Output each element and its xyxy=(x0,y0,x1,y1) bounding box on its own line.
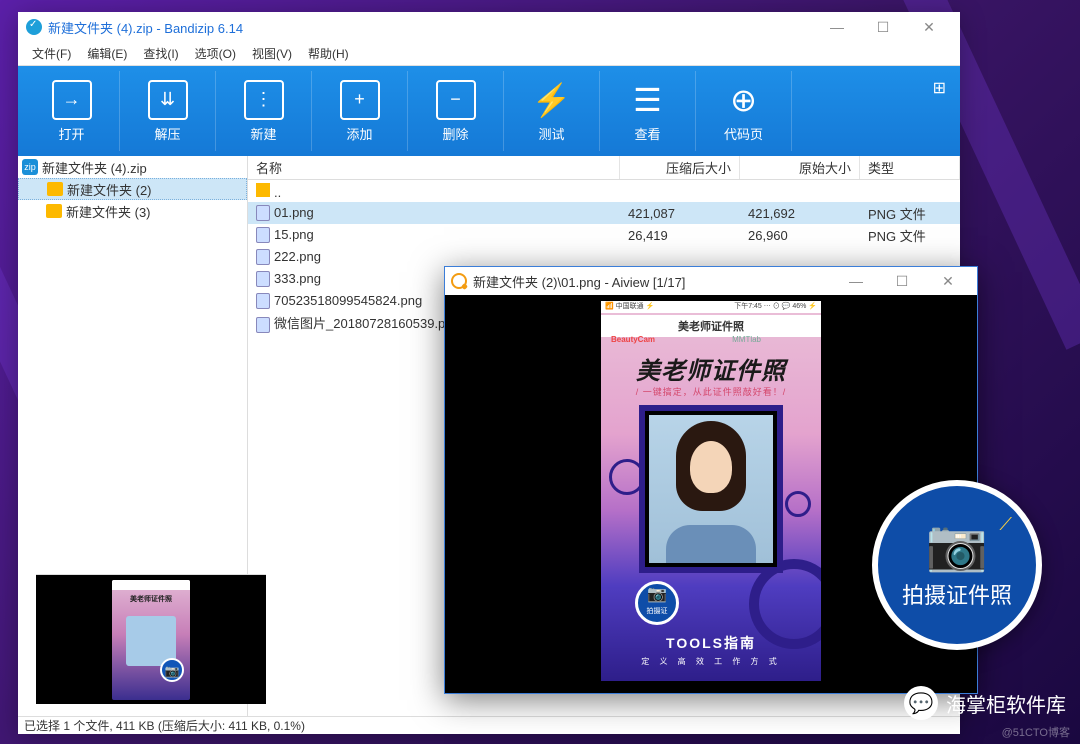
menu-item[interactable]: 视图(V) xyxy=(246,43,298,64)
menu-item[interactable]: 编辑(E) xyxy=(81,43,133,64)
add-icon: + xyxy=(340,80,380,120)
col-osize[interactable]: 原始大小 xyxy=(740,156,860,179)
file-icon xyxy=(256,205,270,221)
statusbar: 已选择 1 个文件, 411 KB (压缩后大小: 411 KB, 0.1%) xyxy=(18,716,960,734)
extract-icon: ⇊ xyxy=(148,80,188,120)
app-icon xyxy=(26,19,42,35)
col-type[interactable]: 类型 xyxy=(860,156,960,179)
zip-icon: zip xyxy=(22,159,38,175)
poster-header: 美老师证件照 xyxy=(601,315,821,337)
menu-item[interactable]: 查找(I) xyxy=(137,43,184,64)
list-header: 名称 压缩后大小 原始大小 类型 xyxy=(248,156,960,180)
up-icon xyxy=(256,183,270,197)
camera-icon: 📷拍摄证 xyxy=(635,581,679,625)
maximize-button[interactable]: ☐ xyxy=(879,266,925,296)
poster-image: 📶 中国联通 ⚡下午7:45 ⋯ ⊙ 💬 46% ⚡ 美老师证件照 Beauty… xyxy=(601,301,821,681)
list-row[interactable]: 222.png xyxy=(248,246,960,268)
file-icon xyxy=(256,227,270,243)
folder-icon xyxy=(46,204,62,218)
toolbar: →打开 ⇊解压 ⋮新建 +添加 −删除 ⚡测试 ☰查看 ⊕代码页 ⊞ xyxy=(18,66,960,156)
new-button[interactable]: ⋮新建 xyxy=(216,71,312,151)
file-icon xyxy=(256,293,270,309)
globe-icon: ⊕ xyxy=(724,80,764,120)
sparkle-icon: ⟋ xyxy=(999,514,1012,535)
file-icon xyxy=(256,249,270,265)
wechat-icon: 💬 xyxy=(904,686,938,720)
window-title: 新建文件夹 (4).zip - Bandizip 6.14 xyxy=(48,18,243,37)
poster-title: 美老师证件照 xyxy=(613,351,809,386)
viewer-title: 新建文件夹 (2)\01.png - Aiview [1/17] xyxy=(473,272,685,291)
preview-thumbnail: 美老师证件照📷 xyxy=(112,580,190,700)
minimize-button[interactable]: — xyxy=(833,266,879,296)
test-button[interactable]: ⚡测试 xyxy=(504,71,600,151)
preview-panel: 美老师证件照📷 xyxy=(36,574,266,704)
list-row[interactable]: 15.png26,41926,960PNG 文件 xyxy=(248,224,960,246)
extract-button[interactable]: ⇊解压 xyxy=(120,71,216,151)
camera-icon: 📷 xyxy=(926,520,988,570)
open-button[interactable]: →打开 xyxy=(24,71,120,151)
menu-item[interactable]: 选项(O) xyxy=(189,43,242,64)
menubar: 文件(F) 编辑(E) 查找(I) 选项(O) 视图(V) 帮助(H) xyxy=(18,42,960,66)
delete-icon: − xyxy=(436,80,476,120)
list-row[interactable]: 01.png421,087421,692PNG 文件 xyxy=(248,202,960,224)
file-icon xyxy=(256,271,270,287)
poster-subtitle: / 一键搞定，从此证件照敲好看！/ xyxy=(601,385,821,398)
minimize-button[interactable]: — xyxy=(814,12,860,42)
aiview-window: 新建文件夹 (2)\01.png - Aiview [1/17] — ☐ ✕ 📶… xyxy=(444,266,978,694)
open-icon: → xyxy=(52,80,92,120)
titlebar[interactable]: 新建文件夹 (4).zip - Bandizip 6.14 — ☐ ✕ xyxy=(18,12,960,42)
viewer-content[interactable]: 📶 中国联通 ⚡下午7:45 ⋯ ⊙ 💬 46% ⚡ 美老师证件照 Beauty… xyxy=(445,295,977,693)
view-icon: ☰ xyxy=(628,80,668,120)
tree-folder[interactable]: 新建文件夹 (2) xyxy=(18,178,247,200)
close-button[interactable]: ✕ xyxy=(906,12,952,42)
codepage-button[interactable]: ⊕代码页 xyxy=(696,71,792,151)
watermark: @51CTO博客 xyxy=(1002,724,1070,740)
col-name[interactable]: 名称 xyxy=(248,156,620,179)
wechat-badge: 💬 海掌柜软件库 xyxy=(904,686,1066,720)
delete-button[interactable]: −删除 xyxy=(408,71,504,151)
tree-root[interactable]: zip新建文件夹 (4).zip xyxy=(18,156,247,178)
menu-item[interactable]: 文件(F) xyxy=(26,43,77,64)
grid-icon[interactable]: ⊞ xyxy=(933,78,946,98)
menu-item[interactable]: 帮助(H) xyxy=(302,43,355,64)
tree-folder[interactable]: 新建文件夹 (3) xyxy=(18,200,247,222)
col-csize[interactable]: 压缩后大小 xyxy=(620,156,740,179)
new-icon: ⋮ xyxy=(244,80,284,120)
add-button[interactable]: +添加 xyxy=(312,71,408,151)
file-icon xyxy=(256,317,270,333)
test-icon: ⚡ xyxy=(532,80,572,120)
list-row[interactable]: .. xyxy=(248,180,960,202)
magnifier-icon xyxy=(451,273,467,289)
close-button[interactable]: ✕ xyxy=(925,266,971,296)
take-photo-button[interactable]: ⟋ 📷 拍摄证件照 xyxy=(872,480,1042,650)
view-button[interactable]: ☰查看 xyxy=(600,71,696,151)
viewer-titlebar[interactable]: 新建文件夹 (2)\01.png - Aiview [1/17] — ☐ ✕ xyxy=(445,267,977,295)
maximize-button[interactable]: ☐ xyxy=(860,12,906,42)
folder-icon xyxy=(47,182,63,196)
